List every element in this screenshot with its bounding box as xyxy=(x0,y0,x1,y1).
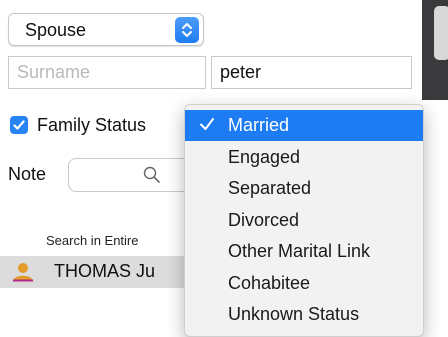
menu-item-married[interactable]: Married xyxy=(185,110,423,141)
family-status-row: Family Status xyxy=(10,113,146,137)
person-name: THOMAS Ju xyxy=(54,261,156,281)
menu-item-label: Cohabitee xyxy=(228,273,311,293)
relation-selected-label: Spouse xyxy=(25,20,87,40)
menu-item-divorced[interactable]: Divorced xyxy=(185,205,423,236)
magnifier-icon xyxy=(143,166,161,189)
menu-item-label: Divorced xyxy=(228,210,300,230)
family-editor-panel: Spouse Family Status Note Search i xyxy=(0,0,448,337)
menu-item-unknown-status[interactable]: Unknown Status xyxy=(185,299,423,330)
menu-item-engaged[interactable]: Engaged xyxy=(185,142,423,173)
surname-field-box xyxy=(8,56,206,89)
firstname-field[interactable] xyxy=(212,57,411,88)
menu-item-label: Other Marital Link xyxy=(228,241,371,261)
family-status-checkbox[interactable] xyxy=(10,116,28,134)
side-panel-edge xyxy=(422,0,448,100)
note-label: Note xyxy=(8,164,47,184)
menu-item-cohabitee[interactable]: Cohabitee xyxy=(185,268,423,299)
search-scope-label: Search in Entire xyxy=(46,233,139,248)
checkmark-icon xyxy=(198,115,216,138)
family-status-menu: Married Engaged Separated Divorced Other… xyxy=(184,104,424,337)
menu-item-separated[interactable]: Separated xyxy=(185,173,423,204)
menu-item-label: Married xyxy=(228,115,290,135)
menu-item-other-marital-link[interactable]: Other Marital Link xyxy=(185,236,423,267)
note-search-field[interactable] xyxy=(68,158,198,192)
chevron-updown-icon[interactable] xyxy=(175,17,199,43)
person-icon xyxy=(11,262,35,287)
person-row[interactable]: THOMAS Ju xyxy=(0,256,200,288)
menu-item-label: Unknown Status xyxy=(228,304,360,324)
side-panel-handle xyxy=(434,6,448,60)
menu-item-label: Engaged xyxy=(228,147,301,167)
menu-item-label: Separated xyxy=(228,178,312,198)
surname-field[interactable] xyxy=(9,57,205,88)
family-status-label: Family Status xyxy=(37,114,147,135)
firstname-field-box xyxy=(211,56,412,89)
relation-popup[interactable]: Spouse xyxy=(8,13,204,46)
